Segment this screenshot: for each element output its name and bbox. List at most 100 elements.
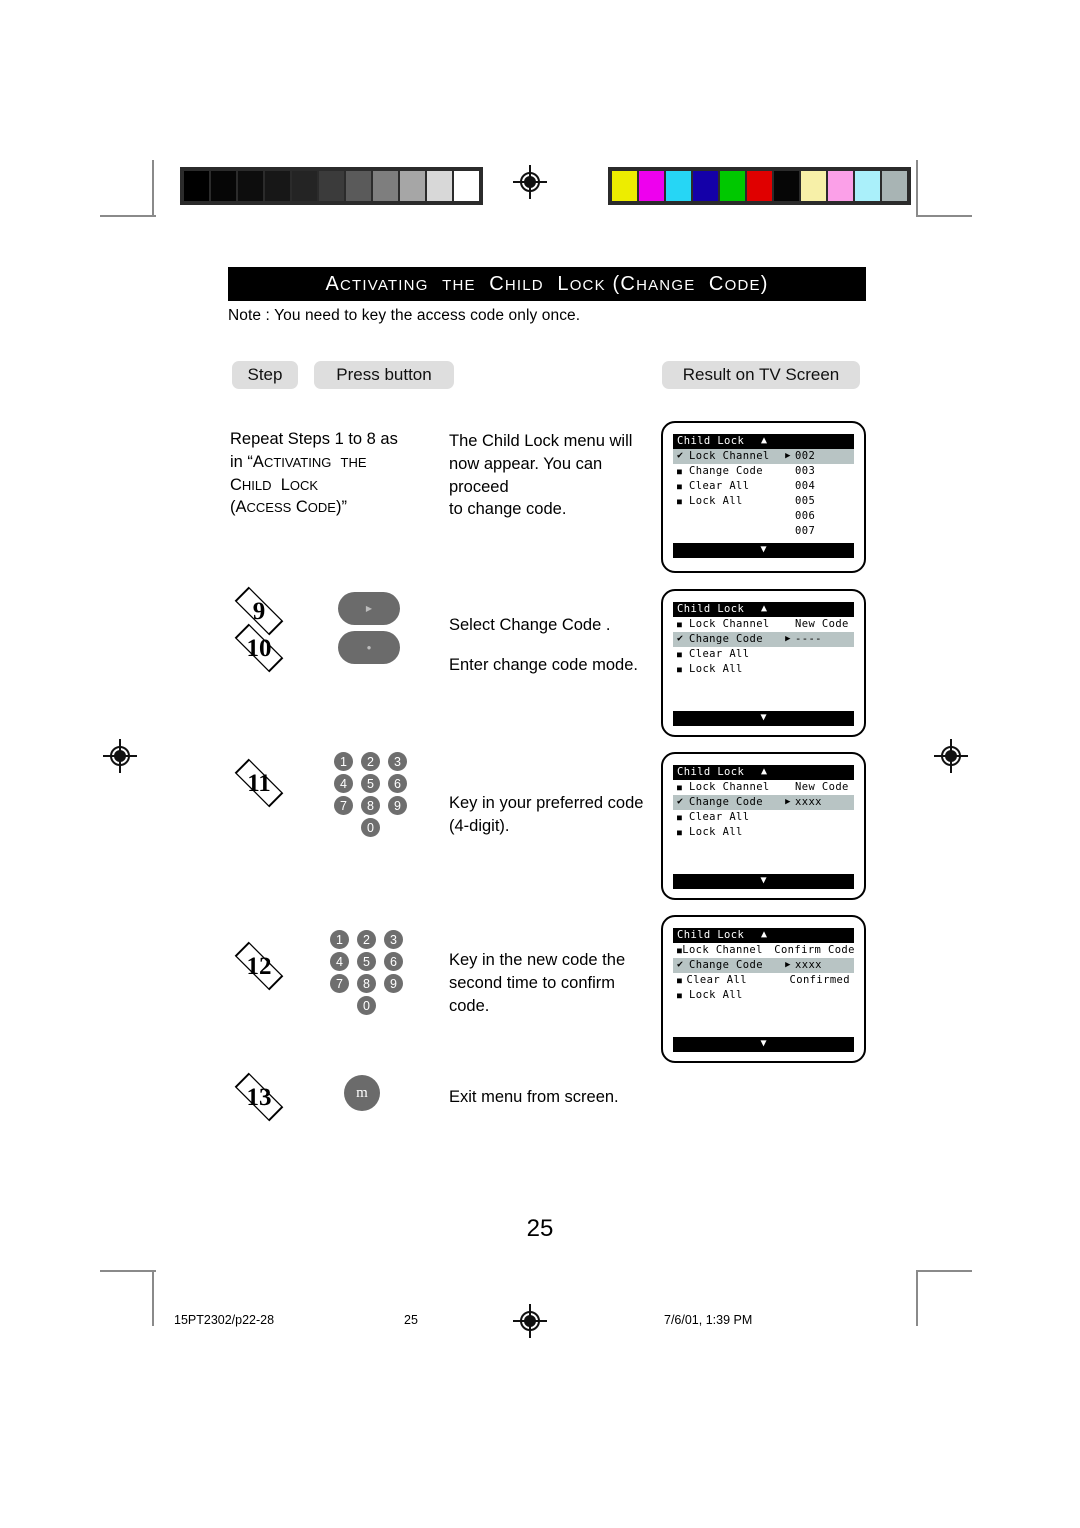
osd-menu-item[interactable]: ■ Lock Channel Confirm Code bbox=[673, 943, 854, 958]
numpad-key-9[interactable]: 9 bbox=[388, 796, 407, 815]
scroll-up-icon: ▲ bbox=[761, 435, 768, 447]
osd-item-label: Change Code bbox=[689, 465, 763, 478]
row-2-result-line-2: Enter change code mode. bbox=[449, 656, 638, 674]
numpad-key-9[interactable]: 9 bbox=[384, 974, 403, 993]
numpad-key-2[interactable]: 2 bbox=[361, 752, 380, 771]
remote-numpad-step-12[interactable]: 123 456 7890 bbox=[330, 930, 410, 1016]
osd-item-arrow-icon: ▶ bbox=[785, 960, 791, 971]
numpad-key-7[interactable]: 7 bbox=[334, 796, 353, 815]
osd-item-list: ■ Lock Channel New Code ✔ Change Code ▶ xxxx ■ C… bbox=[673, 780, 854, 870]
column-header-result: Result on TV Screen bbox=[662, 361, 860, 389]
numpad-key-3[interactable]: 3 bbox=[384, 930, 403, 949]
column-header-step: Step bbox=[232, 361, 298, 389]
numpad-key-3[interactable]: 3 bbox=[388, 752, 407, 771]
remote-numpad-step-11[interactable]: 123 456 7890 bbox=[334, 752, 414, 838]
numpad-key-6[interactable]: 6 bbox=[388, 774, 407, 793]
osd-menu-item[interactable]: ✔ Change Code ▶ xxxx bbox=[673, 958, 854, 973]
numpad-key-1[interactable]: 1 bbox=[330, 930, 349, 949]
grayscale-swatch bbox=[238, 171, 263, 201]
footer-right: 7/6/01, 1:39 PM bbox=[664, 1313, 753, 1327]
osd-channel-number: 006 bbox=[795, 510, 816, 522]
osd-item-label: Clear All bbox=[689, 480, 750, 493]
step-number-10: 10 bbox=[225, 623, 293, 673]
bullet-icon: ■ bbox=[677, 975, 683, 985]
osd-menu-item[interactable]: ■ Clear All bbox=[673, 810, 854, 825]
row-2-result-line-1: Select Change Code . bbox=[449, 616, 611, 634]
numpad-key-7[interactable]: 7 bbox=[330, 974, 349, 993]
color-swatch bbox=[612, 171, 637, 201]
numpad-key-0[interactable]: 0 bbox=[361, 818, 380, 837]
osd-item-value: New Code bbox=[795, 618, 849, 631]
osd-header-label: Child Lock bbox=[677, 929, 745, 942]
numpad-key-1[interactable]: 1 bbox=[334, 752, 353, 771]
osd-menu-item[interactable]: ✔ Lock Channel ▶ 002 bbox=[673, 449, 854, 464]
footer-center: 25 bbox=[404, 1313, 418, 1327]
osd-menu-item[interactable]: ■ Lock All 005 bbox=[673, 494, 854, 509]
osd-menu-item[interactable]: ■ Clear All Confirmed bbox=[673, 973, 854, 988]
numpad-key-6[interactable]: 6 bbox=[384, 952, 403, 971]
osd-menu-item[interactable]: ■ Lock All bbox=[673, 662, 854, 677]
numpad-key-8[interactable]: 8 bbox=[357, 974, 376, 993]
page-number: 25 bbox=[526, 1215, 554, 1242]
color-swatch bbox=[882, 171, 907, 201]
osd-menu-item[interactable]: ■ Clear All 004 bbox=[673, 479, 854, 494]
remote-cursor-right-button[interactable]: ▶ bbox=[338, 592, 400, 625]
bullet-icon: ■ bbox=[677, 496, 683, 506]
osd-menu-item[interactable]: ■ Lock Channel New Code bbox=[673, 780, 854, 795]
osd-menu-item[interactable]: ■ Lock All bbox=[673, 825, 854, 840]
osd-item-value: New Code bbox=[795, 781, 849, 794]
osd-item-value: xxxx bbox=[795, 959, 822, 972]
grayscale-swatch bbox=[454, 171, 479, 201]
scroll-down-bar[interactable]: ▼ bbox=[673, 711, 854, 726]
color-calibration-strip bbox=[608, 167, 911, 205]
tv-screen-3: Child Lock ▲ ■ Lock Channel New Code ✔ Change … bbox=[661, 752, 866, 900]
osd-menu-item[interactable]: ✔ Change Code ▶ xxxx bbox=[673, 795, 854, 810]
osd-menu-item[interactable]: ■ Clear All bbox=[673, 647, 854, 662]
osd-menu-item[interactable]: ■ Change Code 003 bbox=[673, 464, 854, 479]
remote-ok-button[interactable]: ● bbox=[338, 631, 400, 664]
osd-menu-item[interactable]: ✔ Change Code ▶ ---- bbox=[673, 632, 854, 647]
step-number-12: 12 bbox=[225, 941, 293, 991]
color-swatch bbox=[774, 171, 799, 201]
numpad-key-4[interactable]: 4 bbox=[334, 774, 353, 793]
registration-mark-top-center bbox=[513, 165, 547, 199]
osd-header: Child Lock ▲ bbox=[673, 928, 854, 943]
osd-item-label: Lock All bbox=[689, 989, 743, 1002]
numpad-key-5[interactable]: 5 bbox=[361, 774, 380, 793]
numpad-key-0[interactable]: 0 bbox=[357, 996, 376, 1015]
row-3-result: Key in your preferred code (4-digit). bbox=[449, 794, 644, 835]
osd-item-label: Change Code bbox=[689, 633, 763, 646]
osd-menu: Child Lock ▲ ✔ Lock Channel ▶ 002 ■ Change Code… bbox=[673, 434, 854, 558]
numpad-key-8[interactable]: 8 bbox=[361, 796, 380, 815]
grayscale-swatch bbox=[265, 171, 290, 201]
osd-item-list: ✔ Lock Channel ▶ 002 ■ Change Code 003 ■ Clear A… bbox=[673, 449, 854, 539]
osd-item-label: Lock Channel bbox=[689, 618, 770, 631]
osd-item-list: ■ Lock Channel Confirm Code ✔ Change Code ▶ xx… bbox=[673, 943, 854, 1033]
osd-item-label: Clear All bbox=[689, 811, 750, 824]
color-swatch bbox=[693, 171, 718, 201]
color-swatch bbox=[747, 171, 772, 201]
osd-item-label: Lock Channel bbox=[682, 944, 763, 957]
osd-menu-item[interactable]: ■ Lock All bbox=[673, 988, 854, 1003]
numpad-key-2[interactable]: 2 bbox=[357, 930, 376, 949]
numpad-key-5[interactable]: 5 bbox=[357, 952, 376, 971]
osd-item-label: Lock All bbox=[689, 663, 743, 676]
scroll-down-bar[interactable]: ▼ bbox=[673, 874, 854, 889]
step-number-9: 9 bbox=[225, 586, 293, 636]
osd-menu-item[interactable]: ■ Lock Channel New Code bbox=[673, 617, 854, 632]
osd-extra-channel-list: 006 007 bbox=[795, 509, 815, 539]
scroll-down-bar[interactable]: ▼ bbox=[673, 543, 854, 558]
osd-channel-number: 007 bbox=[795, 525, 816, 537]
grayscale-calibration-strip bbox=[180, 167, 483, 205]
page-title: ACTIVATING THE CHILD LOCK (CHANGE CODE) bbox=[325, 272, 769, 295]
numpad-key-4[interactable]: 4 bbox=[330, 952, 349, 971]
registration-mark-right bbox=[934, 739, 968, 773]
osd-item-value: 002 bbox=[795, 450, 816, 463]
osd-header-label: Child Lock bbox=[677, 435, 745, 448]
remote-menu-button[interactable]: m bbox=[344, 1075, 380, 1111]
osd-item-arrow-icon: ▶ bbox=[785, 797, 791, 808]
bullet-icon: ■ bbox=[677, 481, 683, 491]
tv-screen-2: Child Lock ▲ ■ Lock Channel New Code ✔ Change … bbox=[661, 589, 866, 737]
scroll-down-bar[interactable]: ▼ bbox=[673, 1037, 854, 1052]
check-icon: ✔ bbox=[677, 633, 684, 645]
